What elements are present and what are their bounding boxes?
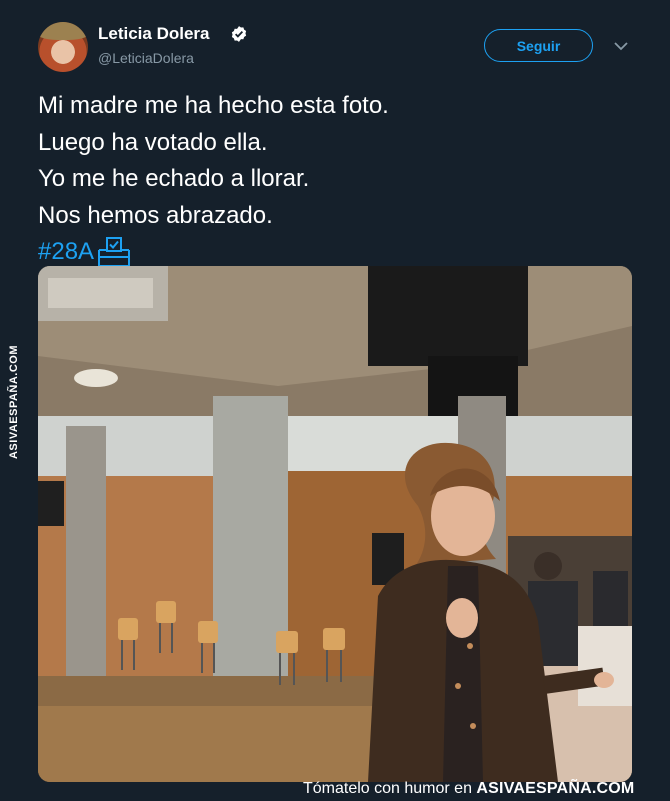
tweet-text-line: Mi madre me ha hecho esta foto. [38, 92, 389, 119]
user-handle[interactable]: @LeticiaDolera [98, 50, 194, 66]
tweet-text-line: Luego ha votado ella. [38, 128, 268, 156]
chevron-down-icon[interactable] [613, 40, 629, 52]
ballot-box-emoji-icon [98, 237, 131, 268]
avatar[interactable] [38, 22, 88, 72]
side-watermark: ASIVAESPAÑA.COM [8, 344, 21, 460]
display-name[interactable]: Leticia Dolera [98, 24, 210, 44]
footer-watermark: Tómatelo con humor en ASIVAESPAÑA.COM [303, 780, 635, 797]
tweet-text-line: Yo me he echado a llorar. [38, 165, 310, 192]
tweet-text: Mi madre me ha hecho esta foto. Luego ha… [38, 88, 638, 271]
tweet-photo[interactable] [38, 266, 632, 782]
verified-badge-icon [231, 26, 247, 42]
tweet-text-line: Nos hemos abrazado. [38, 201, 273, 229]
follow-button[interactable]: Seguir [484, 29, 593, 62]
